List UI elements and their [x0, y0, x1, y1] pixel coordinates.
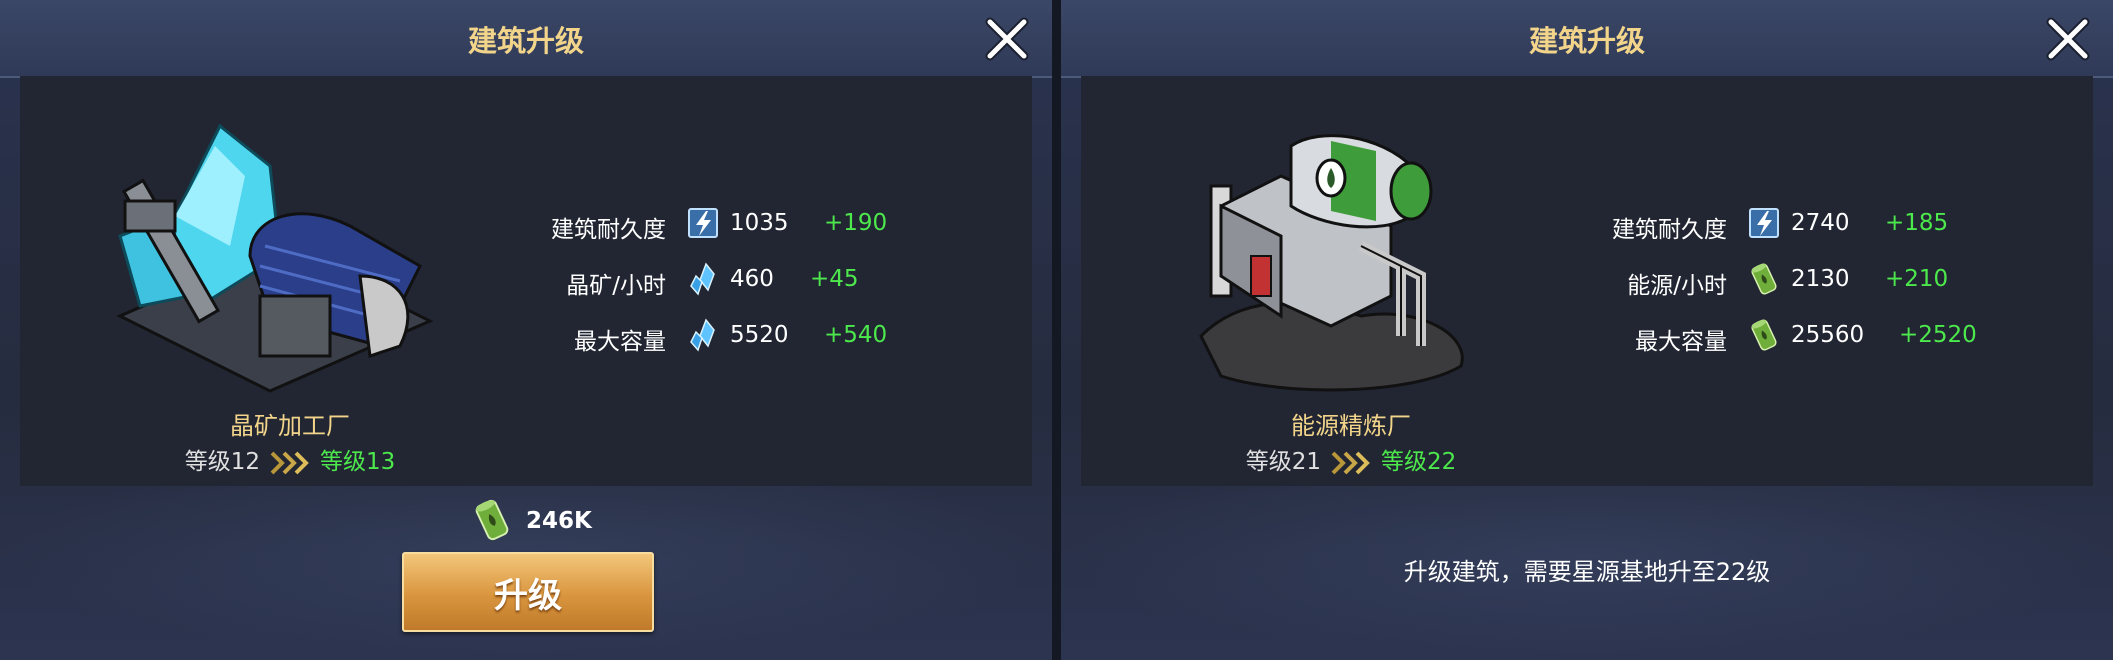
stat-value: 2740: [1791, 210, 1850, 236]
upgrade-panel-crystal: 建筑升级 晶矿加工厂 等级12 等级13 建筑耐久度 1035 +190 晶矿/…: [0, 0, 1052, 660]
title-bar: 建筑升级: [0, 0, 1052, 78]
panel-title: 建筑升级: [1528, 24, 1645, 58]
stat-row-production: 能源/小时 2130 +210: [1521, 262, 2081, 302]
upgrade-requirement-text: 升级建筑，需要星源基地升至22级: [1403, 558, 1771, 586]
energy-barrel-icon: [473, 498, 511, 542]
chevron-arrows-icon: [270, 450, 308, 475]
stat-bonus: +185: [1885, 210, 1949, 236]
level-progression: 等级12 等级13: [20, 442, 560, 476]
stat-value: 2130: [1791, 266, 1850, 292]
next-level: 等级22: [1381, 449, 1457, 475]
close-icon[interactable]: [2045, 16, 2091, 62]
stat-row-capacity: 最大容量 5520 +540: [460, 318, 1020, 358]
stat-label: 建筑耐久度: [1612, 217, 1727, 243]
panel-title: 建筑升级: [467, 24, 584, 58]
stat-value: 460: [730, 266, 774, 292]
stat-value: 5520: [730, 322, 789, 348]
stat-row-durability: 建筑耐久度 2740 +185: [1521, 206, 2081, 246]
current-level: 等级21: [1245, 449, 1321, 475]
title-bar: 建筑升级: [1061, 0, 2113, 78]
stat-bonus: +190: [824, 210, 888, 236]
stat-bonus: +210: [1885, 266, 1949, 292]
crystal-refinery-building-image: [116, 123, 434, 393]
energy-refinery-building-image: [1199, 134, 1464, 392]
crystal-icon: [690, 263, 715, 295]
building-info-card: 晶矿加工厂 等级12 等级13 建筑耐久度 1035 +190 晶矿/小时 460…: [20, 76, 1032, 486]
chevron-arrows-icon: [1331, 450, 1369, 475]
building-info-card: 能源精炼厂 等级21 等级22 建筑耐久度 2740 +185 能源/小时 213…: [1081, 76, 2093, 486]
upgrade-panel-energy: 建筑升级 能源精炼厂 等级21 等级22 建筑耐久度 2740 +185 能源/…: [1061, 0, 2113, 660]
stat-row-durability: 建筑耐久度 1035 +190: [460, 206, 1020, 246]
stat-bonus: +540: [824, 322, 888, 348]
energy-barrel-icon: [1749, 262, 1778, 296]
next-level: 等级13: [320, 449, 396, 475]
stat-bonus: +2520: [1899, 322, 1977, 348]
stat-value: 25560: [1791, 322, 1865, 348]
panel-divider: [1052, 0, 1061, 660]
crystal-icon: [690, 319, 715, 351]
stat-row-production: 晶矿/小时 460 +45: [460, 262, 1020, 302]
stat-value: 1035: [730, 210, 789, 236]
upgrade-button[interactable]: 升级: [402, 552, 654, 632]
stat-label: 建筑耐久度: [551, 217, 666, 243]
energy-barrel-icon: [1749, 318, 1778, 352]
building-name: 晶矿加工厂: [230, 412, 350, 440]
stat-bonus: +45: [810, 266, 859, 292]
durability-icon: [1749, 208, 1779, 238]
building-name: 能源精炼厂: [1291, 412, 1411, 440]
durability-icon: [688, 208, 718, 238]
level-progression: 等级21 等级22: [1081, 442, 1621, 476]
cost-amount: 246K: [526, 508, 592, 534]
stat-label: 最大容量: [1635, 329, 1727, 355]
stat-row-capacity: 最大容量 25560 +2520: [1521, 318, 2081, 358]
stat-label: 最大容量: [574, 329, 666, 355]
current-level: 等级12: [184, 449, 260, 475]
stat-label: 能源/小时: [1627, 273, 1727, 299]
stat-label: 晶矿/小时: [566, 273, 666, 299]
close-icon[interactable]: [984, 16, 1030, 62]
